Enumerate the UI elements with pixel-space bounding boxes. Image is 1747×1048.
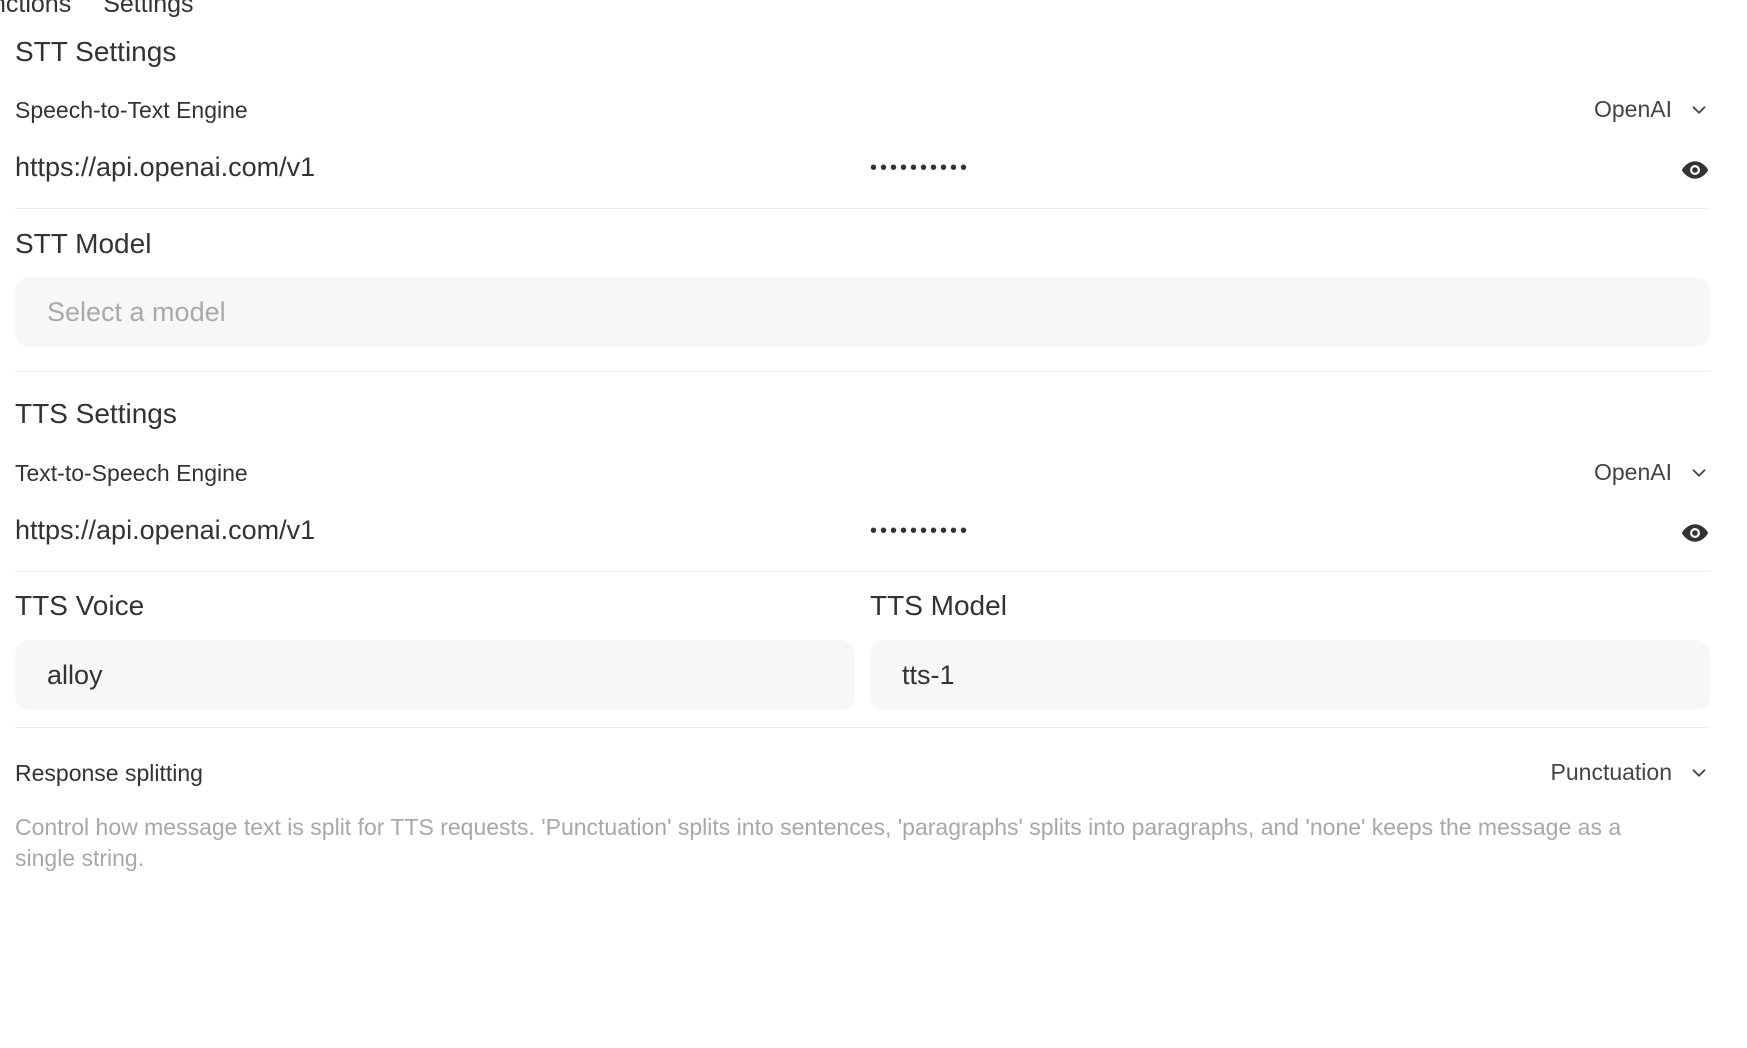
tts-engine-label: Text-to-Speech Engine: [15, 460, 248, 486]
stt-model-label: STT Model: [15, 228, 152, 259]
stt-api-url-input[interactable]: https://api.openai.com/v1: [15, 152, 315, 183]
response-splitting-label: Response splitting: [15, 760, 203, 786]
eye-icon[interactable]: [1680, 518, 1710, 548]
divider: [15, 727, 1710, 728]
tts-model-input[interactable]: tts-1: [870, 640, 1710, 710]
tts-settings-title: TTS Settings: [15, 398, 177, 429]
chevron-down-icon: [1692, 105, 1706, 114]
divider: [15, 371, 1710, 372]
tts-engine-value: OpenAI: [1594, 459, 1672, 485]
eye-icon[interactable]: [1680, 155, 1710, 185]
chevron-down-icon: [1692, 468, 1706, 477]
stt-engine-select[interactable]: OpenAI: [1594, 96, 1710, 123]
stt-settings-title: STT Settings: [15, 36, 177, 67]
stt-api-key-input[interactable]: ••••••••••: [870, 157, 970, 180]
tts-engine-select[interactable]: OpenAI: [1594, 459, 1710, 486]
response-splitting-help: Control how message text is split for TT…: [15, 814, 1622, 871]
response-splitting-select[interactable]: Punctuation: [1551, 759, 1710, 786]
tab-functions[interactable]: nctions: [0, 0, 71, 19]
stt-engine-value: OpenAI: [1594, 96, 1672, 122]
response-splitting-value: Punctuation: [1550, 759, 1672, 785]
divider: [15, 571, 1710, 572]
divider: [15, 208, 1710, 209]
stt-engine-label: Speech-to-Text Engine: [15, 97, 248, 123]
audio-settings-page: nctions Settings STT Settings Speech-to-…: [0, 0, 1747, 1048]
tts-api-key-input[interactable]: ••••••••••: [870, 520, 970, 543]
tts-voice-input[interactable]: alloy: [15, 640, 855, 710]
top-tabs: nctions Settings: [0, 0, 194, 19]
tts-model-label: TTS Model: [870, 590, 1007, 621]
stt-model-input[interactable]: Select a model: [15, 277, 1710, 347]
tab-settings[interactable]: Settings: [103, 0, 193, 19]
tts-api-url-input[interactable]: https://api.openai.com/v1: [15, 515, 315, 546]
tts-voice-label: TTS Voice: [15, 590, 145, 621]
chevron-down-icon: [1692, 768, 1706, 777]
